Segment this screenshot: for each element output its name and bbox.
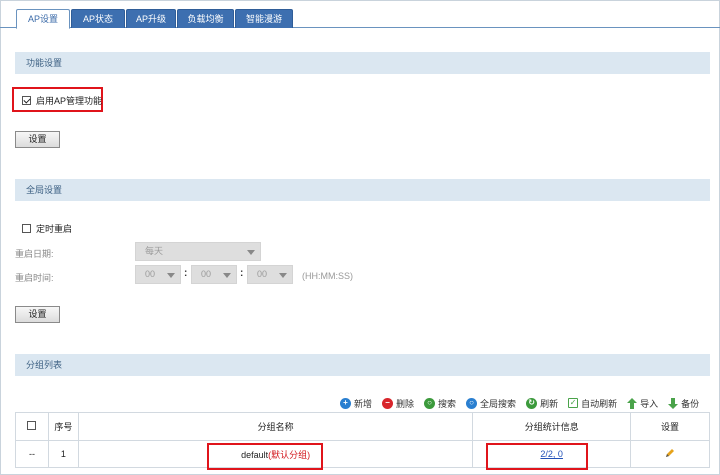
reboot-date-select[interactable]: 每天 — [135, 242, 261, 261]
header-select-all[interactable] — [15, 412, 49, 441]
section-title: 分组列表 — [26, 360, 63, 370]
select-all-checkbox[interactable] — [27, 421, 37, 430]
enable-ap-management-row[interactable]: 启用AP管理功能 — [22, 94, 102, 107]
header-group-stats: 分组统计信息 — [472, 412, 632, 441]
arrow-up-icon — [627, 397, 638, 409]
reboot-minute-select[interactable]: 00 — [191, 265, 237, 284]
time-colon: : — [184, 268, 188, 279]
enable-ap-label: 启用AP管理功能 — [36, 96, 103, 106]
reboot-date-value: 每天 — [145, 246, 164, 256]
plus-icon: + — [340, 397, 351, 409]
group-toolbar: + 新增 − 删除 ○ 搜索 ○ 全局搜索 ↻ 刷新 ✓ 自动刷新 导入 备份 — [340, 396, 699, 410]
row-settings — [630, 440, 710, 468]
section-title: 全局设置 — [26, 185, 63, 195]
scheduled-reboot-checkbox[interactable] — [22, 224, 31, 233]
reboot-hour-value: 00 — [145, 269, 156, 279]
minus-icon: − — [382, 397, 394, 409]
add-button[interactable]: + 新增 — [340, 397, 372, 410]
tab-smart-roaming[interactable]: 智能漫游 — [235, 9, 293, 28]
time-colon: : — [240, 268, 244, 279]
table-row: -- 1 default(默认分组) 2/2, 0 — [15, 440, 710, 468]
import-label: 导入 — [640, 398, 659, 409]
backup-label: 备份 — [681, 398, 700, 409]
row-check: -- — [15, 440, 49, 468]
scheduled-reboot-label: 定时重启 — [36, 224, 73, 234]
global-save-button[interactable]: 设置 — [15, 306, 60, 323]
backup-button[interactable]: 备份 — [668, 397, 699, 410]
chevron-down-icon — [167, 273, 175, 278]
table-header-row: 序号 分组名称 分组统计信息 设置 — [15, 412, 710, 441]
reboot-date-label: 重启日期: — [15, 249, 54, 259]
highlight-group-stats — [486, 443, 588, 470]
row-index: 1 — [47, 440, 79, 468]
search-label: 搜索 — [438, 398, 457, 409]
reboot-second-value: 00 — [257, 269, 268, 279]
header-settings: 设置 — [630, 412, 710, 441]
highlight-group-name — [207, 443, 323, 470]
tab-load-balance[interactable]: 负载均衡 — [177, 9, 234, 28]
auto-refresh-button[interactable]: ✓ 自动刷新 — [568, 397, 617, 410]
global-search-button[interactable]: ○ 全局搜索 — [466, 397, 516, 410]
tab-bar: AP设置 AP状态 AP升级 负载均衡 智能漫游 — [0, 0, 720, 29]
chevron-down-icon — [247, 250, 255, 255]
group-table: 序号 分组名称 分组统计信息 设置 -- 1 default(默认分组) 2/2… — [15, 412, 710, 468]
section-function-settings: 功能设置 — [15, 52, 710, 74]
search-icon: ○ — [424, 397, 436, 409]
refresh-label: 刷新 — [540, 398, 559, 409]
tab-ap-settings[interactable]: AP设置 — [16, 9, 70, 29]
import-button[interactable]: 导入 — [627, 397, 658, 410]
refresh-icon: ↻ — [526, 397, 538, 409]
reboot-hour-select[interactable]: 00 — [135, 265, 181, 284]
section-global-settings: 全局设置 — [15, 179, 710, 201]
checkbox-icon: ✓ — [568, 398, 579, 408]
add-label: 新增 — [354, 398, 373, 409]
arrow-down-icon — [668, 397, 679, 409]
reboot-second-select[interactable]: 00 — [247, 265, 293, 284]
function-save-button[interactable]: 设置 — [15, 131, 60, 148]
header-group-name: 分组名称 — [77, 412, 474, 441]
refresh-button[interactable]: ↻ 刷新 — [526, 397, 558, 410]
tab-ap-upgrade[interactable]: AP升级 — [126, 9, 176, 28]
scheduled-reboot-row[interactable]: 定时重启 — [22, 222, 72, 235]
delete-button[interactable]: − 删除 — [382, 397, 414, 410]
auto-refresh-label: 自动刷新 — [581, 398, 618, 409]
global-search-icon: ○ — [466, 397, 478, 409]
enable-ap-checkbox[interactable] — [22, 96, 31, 105]
time-format-hint: (HH:MM:SS) — [302, 271, 353, 281]
chevron-down-icon — [279, 273, 287, 278]
search-button[interactable]: ○ 搜索 — [424, 397, 456, 410]
global-search-label: 全局搜索 — [480, 398, 517, 409]
reboot-minute-value: 00 — [201, 269, 212, 279]
section-title: 功能设置 — [26, 58, 63, 68]
reboot-time-label: 重启时间: — [15, 273, 54, 283]
chevron-down-icon — [223, 273, 231, 278]
section-group-list: 分组列表 — [15, 354, 710, 376]
edit-pencil-icon[interactable] — [665, 448, 675, 458]
tab-ap-status[interactable]: AP状态 — [71, 9, 125, 28]
delete-label: 删除 — [396, 398, 415, 409]
header-index: 序号 — [47, 412, 79, 441]
